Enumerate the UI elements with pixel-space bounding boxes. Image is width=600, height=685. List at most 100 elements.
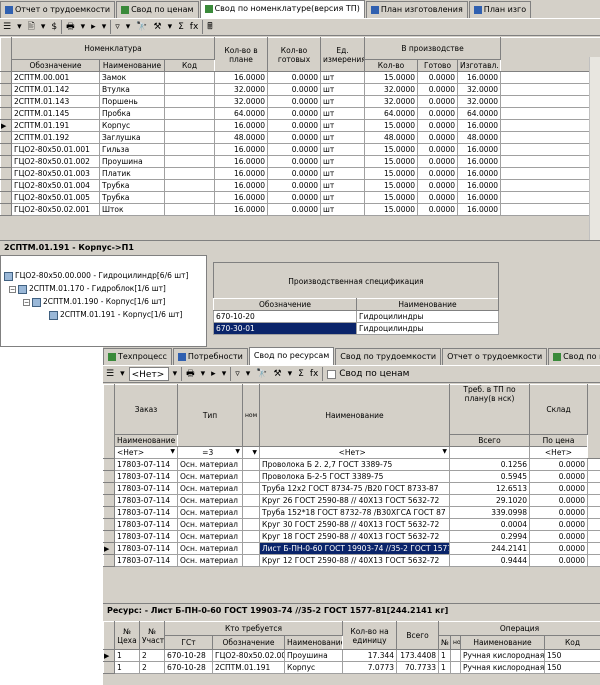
collapse-icon[interactable]: − (9, 285, 16, 293)
table-row[interactable]: ▶ 1 2 670-10-28 ГЦО2-80х50.02.002 Проушина 17.… (103, 649, 600, 662)
table-row[interactable]: 2СПТМ.01.142 Втулка 32.0000 0.0000 шт 32.0000… (0, 83, 600, 96)
table-row[interactable]: 17803-07-114 Осн. материал Круг 18 ГОСТ 25… (103, 530, 600, 543)
table-row[interactable]: 1 2 670-10-28 2СПТМ.01.191 Корпус 7.0773 70.77… (103, 661, 600, 674)
table-row[interactable]: 17803-07-114 Осн. материал Проволока Б-2-5… (103, 470, 600, 483)
header-prod-qty[interactable]: Кол-во (364, 59, 419, 72)
collapse-icon[interactable]: − (23, 298, 30, 306)
tab-labor-report[interactable]: Отчет о трудоемкости (442, 348, 548, 365)
play-icon[interactable]: ▸ (89, 20, 98, 34)
tree-node-housing-part[interactable]: 2СПТМ.01.191 - Корпус[1/6 шт] (49, 309, 182, 320)
header-name[interactable]: Наименование (259, 384, 450, 447)
print-icon[interactable]: 🖶 (184, 367, 197, 381)
header-prod-ready[interactable]: Готово (417, 59, 459, 72)
print-icon[interactable]: 🖶 (64, 20, 77, 34)
table-row[interactable]: 2СПТМ.00.001 Замок 16.0000 0.0000 шт 15.0000 0… (0, 71, 600, 84)
tab-labor-report[interactable]: Отчет о трудоемкости (0, 1, 116, 18)
header-name[interactable]: Наименование (283, 635, 344, 650)
sum-icon[interactable]: Σ (176, 20, 186, 34)
function-icon[interactable]: fx (188, 20, 201, 34)
filter-icon[interactable]: ▿ (233, 367, 242, 381)
header-type[interactable]: Тип (177, 384, 243, 447)
filter-select[interactable]: <Нет> (128, 367, 169, 381)
play-icon[interactable]: ▸ (209, 367, 218, 381)
tools-icon[interactable]: ⚒ (152, 20, 164, 34)
header-order[interactable]: Заказ (114, 384, 178, 435)
tab-needs[interactable]: Потребности (172, 348, 248, 365)
tree-node-hydroblock[interactable]: − 2СПТМ.01.170 - Гидроблок[1/6 шт] (9, 283, 166, 294)
table-row[interactable]: 2СПТМ.01.145 Пробка 64.0000 0.0000 шт 64.0000… (0, 107, 600, 120)
header-code[interactable]: Код (163, 59, 216, 72)
tools-icon[interactable]: ⚒ (272, 367, 284, 381)
header-order-name[interactable]: Наименование (114, 434, 178, 447)
table-row[interactable]: 2СПТМ.01.143 Поршень 32.0000 0.0000 шт 32.000… (0, 95, 600, 108)
dropdown-arrow[interactable]: ▾ (286, 367, 295, 381)
header-op-no[interactable]: № (438, 635, 452, 650)
tab-production-plan-2[interactable]: План изго (468, 1, 532, 18)
tree-node-root[interactable]: ГЦО2-80х50.00.000 - Гидроцилиндр[6/6 шт] (4, 270, 188, 281)
header-gst[interactable]: ГСт (164, 635, 213, 650)
dropdown-arrow[interactable]: ▾ (118, 367, 127, 381)
tab-tech-process[interactable]: Техпроцесс (103, 348, 172, 365)
header-op-code[interactable]: Код (544, 635, 600, 650)
table-row[interactable]: 17803-07-114 Осн. материал Круг 30 ГОСТ 25… (103, 518, 600, 531)
tab-labor-summary[interactable]: Свод по трудоемкости (335, 348, 442, 365)
total-filter[interactable] (449, 446, 530, 459)
header-who-requires[interactable]: Кто требуется (163, 621, 344, 636)
table-row[interactable]: ГЦО2-80х50.01.004 Трубка 16.0000 0.0000 шт 15… (0, 179, 600, 192)
binoculars-icon[interactable]: 🔭 (254, 367, 269, 381)
dropdown-arrow[interactable]: ▾ (171, 367, 180, 381)
dropdown-arrow[interactable]: ▾ (124, 20, 133, 34)
dropdown-arrow[interactable]: ▾ (100, 20, 109, 34)
header-area-no[interactable]: № Участка (139, 621, 165, 650)
calculator-icon[interactable]: 🖩 (205, 20, 214, 34)
dropdown-arrow[interactable]: ▾ (166, 20, 175, 34)
grid-icon[interactable]: ☰ (104, 367, 116, 381)
header-in-production[interactable]: В производстве (364, 37, 502, 60)
header-by-price[interactable]: По цена (529, 434, 588, 447)
dropdown-arrow[interactable]: ▾ (39, 20, 48, 34)
sum-icon[interactable]: Σ (296, 367, 306, 381)
dropdown-arrow[interactable]: ▾ (15, 20, 24, 34)
dropdown-arrow[interactable]: ▾ (199, 367, 208, 381)
name-filter[interactable]: <Нет> ▼ (259, 446, 450, 459)
header-total[interactable]: Всего (396, 621, 440, 650)
table-row[interactable]: ГЦО2-80х50.02.001 Шток 16.0000 0.0000 шт 15.0… (0, 203, 600, 216)
price-summary-checkbox[interactable]: Свод по ценам (325, 367, 411, 381)
table-row[interactable]: ГЦО2-80х50.01.002 Проушина 16.0000 0.0000 шт… (0, 155, 600, 168)
header-op-name[interactable]: Наименование (460, 635, 546, 650)
header-op-nom[interactable]: ном (450, 635, 462, 650)
table-row[interactable]: 2СПТМ.01.192 Заглушка 48.0000 0.0000 шт 48.00… (0, 131, 600, 144)
header-nomenclature[interactable]: Номенклатура (10, 37, 216, 60)
price-icon[interactable]: $ (49, 20, 59, 34)
document-icon[interactable]: 🖹 (26, 20, 37, 34)
filter-icon[interactable]: ▿ (113, 20, 122, 34)
spec-row-selected[interactable]: 670-30-01 Гидроцилиндры (213, 322, 499, 335)
spec-header-name[interactable]: Наименование (356, 298, 499, 311)
dropdown-arrow[interactable]: ▾ (220, 367, 229, 381)
nom-filter[interactable]: ▼ (242, 446, 260, 459)
dropdown-arrow[interactable]: ▾ (79, 20, 88, 34)
header-name[interactable]: Наименование (99, 59, 165, 72)
header-plan-req[interactable]: Треб. в ТП по плану(в нск) (449, 384, 530, 435)
table-row[interactable]: 17803-07-114 Осн. материал Проволока Б 2. … (103, 458, 600, 471)
tab-nomenclature-summary[interactable]: Свод по номенклатуре(версия ТП) (199, 0, 365, 18)
binoculars-icon[interactable]: 🔭 (134, 20, 149, 34)
table-row[interactable]: ▶ 17803-07-114 Осн. материал Лист Б-ПН-0-60… (103, 542, 600, 555)
table-row[interactable]: ГЦО2-80х50.01.005 Трубка 16.0000 0.0000 шт 15… (0, 191, 600, 204)
table-row[interactable]: ▶ 2СПТМ.01.191 Корпус 16.0000 0.0000 шт 15.000… (0, 119, 600, 132)
table-row[interactable]: ГЦО2-80х50.01.001 Гильза 16.0000 0.0000 шт 15… (0, 143, 600, 156)
tab-resource-summary[interactable]: Свод по ресурсам (248, 347, 335, 365)
header-shop-no[interactable]: № Цеха (114, 621, 140, 650)
grid-icon[interactable]: ☰ (1, 20, 13, 34)
tab-production-plan[interactable]: План изготовления (365, 1, 468, 18)
header-designation[interactable]: Обозначение (11, 59, 100, 72)
spec-row[interactable]: 670-10-20 Гидроцилиндры (213, 310, 499, 323)
header-unit[interactable]: Ед. измерения (320, 37, 366, 72)
type-filter[interactable]: =3 ▼ (177, 446, 243, 459)
vertical-scrollbar[interactable] (589, 57, 600, 240)
tree-node-housing-assembly[interactable]: − 2СПТМ.01.190 - Корпус[1/6 шт] (23, 296, 165, 307)
price-filter[interactable]: <Нет> (529, 446, 588, 459)
table-row[interactable]: ГЦО2-80х50.01.003 Платик 16.0000 0.0000 шт 15… (0, 167, 600, 180)
tab-price-summary[interactable]: Свод по ценам (548, 348, 600, 365)
function-icon[interactable]: fx (308, 367, 321, 381)
